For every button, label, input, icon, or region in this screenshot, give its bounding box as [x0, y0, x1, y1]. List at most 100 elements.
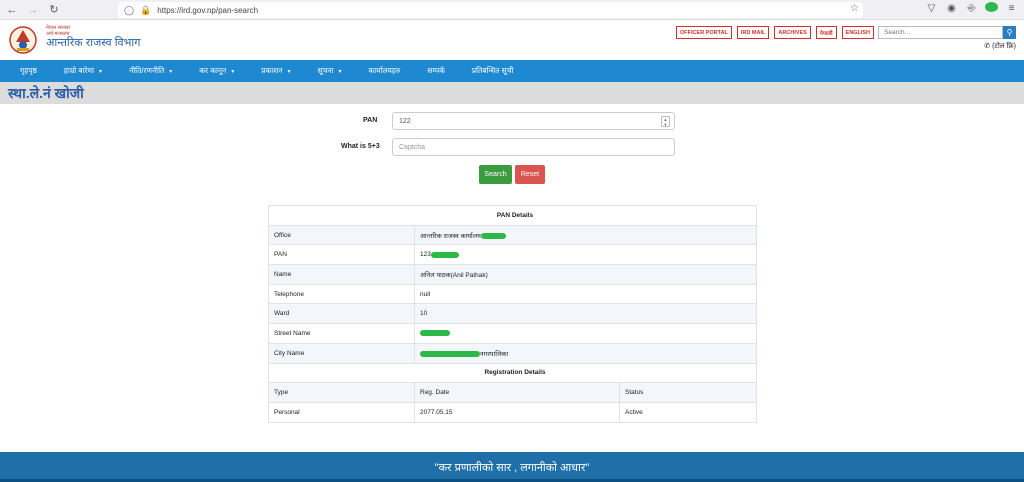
table-row: Telephone null — [268, 283, 757, 305]
back-icon[interactable]: ← — [3, 1, 21, 19]
main-nav: गृहपृष्ठ हाम्रो बारेमा ▾ नीति/रणनीति ▾ कर कान… — [0, 60, 1024, 82]
url-text: https://ird.gov.np/pan-search — [157, 5, 259, 15]
nav-item-label: सम्पर्क — [427, 66, 445, 75]
nepali-language-link[interactable]: नेपाली — [815, 26, 837, 39]
row-value-cell: null — [414, 283, 757, 305]
nav-item-5[interactable]: सूचना ▾ — [318, 66, 342, 76]
english-language-link[interactable]: ENGLISH — [841, 26, 874, 39]
site-header: नेपाल सरकार अर्थ मन्त्रालय आन्तरिक राजस्… — [0, 20, 1024, 60]
pan-input-value: 122 — [399, 117, 411, 125]
registration-row: Personal 2077.05.15 Active — [268, 401, 757, 423]
toll-free: ✆ (टोल फ्रि) — [984, 42, 1016, 51]
row-value-cell: नगरपालिका — [414, 342, 757, 364]
captcha-input[interactable]: Captcha — [392, 138, 675, 156]
nav-item-label: गृहपृष्ठ — [20, 66, 37, 75]
extensions-icon[interactable]: ⎆ — [965, 3, 978, 14]
redaction-mark — [420, 350, 480, 357]
row-key: City Name — [268, 342, 415, 364]
search-icon[interactable]: ⚲ — [1003, 26, 1016, 39]
table-row: PAN 123 — [268, 244, 757, 266]
address-bar[interactable]: ◯ 🔒 https://ird.gov.np/pan-search ☆ — [118, 2, 863, 18]
registration-cell: Active — [619, 401, 757, 423]
row-value: 10 — [420, 310, 428, 318]
chevron-down-icon: ▾ — [287, 68, 291, 75]
pan-label: PAN — [363, 117, 378, 124]
spinner-down-icon[interactable]: ▼ — [664, 122, 668, 127]
registration-cell: 2077.05.15 — [414, 401, 620, 423]
bookmark-star-icon[interactable]: ☆ — [850, 3, 859, 14]
nav-item-1[interactable]: हाम्रो बारेमा ▾ — [64, 66, 102, 76]
table-row: Office आन्तरिक राजस्व कार्यालय — [268, 224, 757, 246]
nav-item-8[interactable]: प्रतिबन्धित सूची — [472, 66, 514, 76]
reload-icon[interactable]: ↻ — [45, 1, 63, 19]
row-key: Name — [268, 264, 415, 285]
account-icon[interactable]: ◉ — [945, 3, 958, 14]
pan-details-table: PAN Details Office आन्तरिक राजस्व कार्यालय… — [268, 205, 757, 423]
row-key: Ward — [268, 303, 415, 325]
nav-item-label: प्रतिबन्धित सूची — [471, 66, 514, 75]
pocket-icon[interactable]: ▽ — [925, 3, 938, 14]
redaction-mark — [430, 251, 459, 258]
chevron-down-icon: ▾ — [338, 68, 342, 75]
row-value: 123 — [420, 251, 431, 259]
extension-green-icon[interactable] — [985, 2, 998, 15]
row-value-cell: 10 — [414, 303, 757, 325]
nav-item-3[interactable]: कर कानून ▾ — [199, 66, 234, 76]
column-header: Type — [268, 382, 415, 403]
nav-item-label: कार्यालयहरु — [368, 66, 401, 75]
browser-toolbar: ← → ↻ ◯ 🔒 https://ird.gov.np/pan-search … — [0, 0, 1024, 20]
row-key: PAN — [268, 244, 415, 266]
row-value: नगरपालिका — [480, 350, 509, 358]
officer-portal-link[interactable]: OFFICER PORTAL — [676, 26, 732, 39]
pan-input[interactable]: 122 ▲ ▼ — [392, 112, 675, 130]
redaction-mark — [480, 232, 506, 239]
nav-item-6[interactable]: कार्यालयहरु — [368, 66, 400, 76]
pan-details-header: PAN Details — [268, 205, 757, 226]
registration-details-header-text: Registration Details — [268, 362, 757, 384]
table-row: City Name नगरपालिका — [268, 342, 757, 364]
page-title-bar: स्था.ले.नं खोजी — [0, 82, 1024, 104]
search-button[interactable]: Search — [479, 165, 512, 184]
ird-mail-link[interactable]: IRD MAIL — [736, 26, 770, 39]
site-search-input[interactable] — [878, 26, 1003, 39]
row-value-cell: 123 — [414, 244, 757, 266]
logo-title[interactable]: आन्तरिक राजस्व विभाग — [46, 35, 140, 50]
nav-item-label: प्रकाशन — [261, 66, 283, 75]
pan-details-header-text: PAN Details — [268, 205, 757, 226]
archives-link[interactable]: ARCHIVES — [774, 26, 811, 39]
forward-icon[interactable]: → — [24, 1, 42, 19]
table-row: Name अनिल पाठक(Anil Pathak) — [268, 264, 757, 285]
nav-item-label: सूचना — [317, 66, 334, 75]
captcha-label: What is 5+3 — [341, 143, 380, 150]
row-key: Office — [268, 224, 415, 246]
page-title: स्था.ले.नं खोजी — [8, 85, 84, 101]
row-value: null — [420, 290, 431, 298]
browser-right-tools: ▽ ◉ ⎆ ≡ — [925, 2, 1018, 15]
nav-item-label: कर कानून — [199, 66, 227, 75]
row-value: अनिल पाठक(Anil Pathak) — [420, 271, 488, 279]
top-links: OFFICER PORTAL IRD MAIL ARCHIVES नेपाली … — [676, 26, 874, 39]
row-value-cell — [414, 323, 757, 344]
number-spinner[interactable]: ▲ ▼ — [661, 116, 670, 127]
row-value: आन्तरिक राजस्व कार्यालय — [420, 232, 481, 240]
table-row: Ward 10 — [268, 303, 757, 325]
nav-item-label: नीति/रणनीति — [129, 66, 165, 75]
toll-free-text: (टोल फ्रि) — [992, 43, 1016, 50]
nav-item-label: हाम्रो बारेमा — [63, 66, 95, 75]
nav-item-0[interactable]: गृहपृष्ठ — [20, 66, 37, 76]
row-value-cell: आन्तरिक राजस्व कार्यालय — [414, 224, 757, 246]
chevron-down-icon: ▾ — [231, 68, 235, 75]
table-row: Street Name — [268, 323, 757, 344]
footer-slogan: "कर प्रणालीको सार , लगानीको आधार" — [434, 461, 590, 474]
redaction-mark — [420, 330, 450, 337]
chevron-down-icon: ▾ — [169, 68, 173, 75]
nav-item-2[interactable]: नीति/रणनीति ▾ — [129, 66, 172, 76]
reset-button[interactable]: Reset — [515, 165, 545, 184]
nav-item-7[interactable]: सम्पर्क — [427, 66, 444, 76]
captcha-placeholder: Captcha — [399, 143, 426, 151]
emblem-logo-icon[interactable] — [8, 25, 38, 55]
column-header: Reg. Date — [414, 382, 620, 403]
nav-item-4[interactable]: प्रकाशन ▾ — [261, 66, 290, 76]
row-key: Telephone — [268, 283, 415, 305]
menu-icon[interactable]: ≡ — [1005, 3, 1018, 14]
